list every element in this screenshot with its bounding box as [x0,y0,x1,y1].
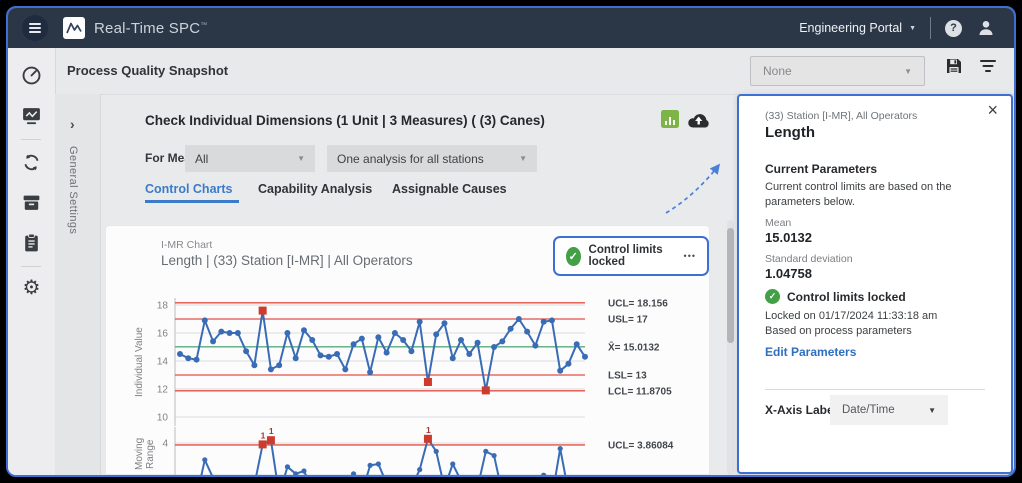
menu-icon[interactable] [22,15,48,41]
general-settings-strip: › General Settings [55,94,101,475]
svg-text:USL= 17: USL= 17 [608,315,648,326]
cloud-upload-icon[interactable] [686,110,711,129]
help-icon[interactable]: ? [945,20,962,37]
tab-control-charts[interactable]: Control Charts [145,182,233,196]
user-icon[interactable] [976,18,996,38]
preset-select[interactable]: None ▼ [750,56,925,86]
close-icon[interactable]: × [987,100,998,121]
svg-text:4: 4 [162,439,168,450]
app-logo [63,17,85,39]
archive-box-icon[interactable] [21,192,42,213]
i-chart: 18 16 14 12 10 UCL= 18.156 USL= 17 X̄= 15.0132 L… [118,290,710,435]
chevron-down-icon: ▼ [297,154,305,163]
expand-chevron-icon[interactable]: › [70,116,75,132]
xaxis-value: Date/Time [842,404,895,416]
parameters-panel: × (33) Station [I-MR], All Operators Len… [737,94,1013,474]
svg-text:UCL= 18.156: UCL= 18.156 [608,298,668,309]
analysis-heading: Check Individual Dimensions (1 Unit | 3 … [145,113,545,128]
svg-text:12: 12 [157,385,169,396]
check-icon: ✓ [765,289,780,304]
xaxis-select[interactable]: Date/Time ▼ [830,395,948,425]
icon-sidebar: ⚙ [8,48,56,475]
sidebar-divider [21,139,41,140]
brand-title: Real-Time SPC™ [94,20,207,37]
chart-view-icon[interactable] [661,110,679,128]
lock-status-label: Control limits locked [787,290,906,304]
panel-title: Length [765,124,815,141]
svg-text:18: 18 [157,301,169,312]
screen: Real-Time SPC™ Engineering Portal ▼ ? Pr… [0,0,1022,483]
lock-status-row: ✓ Control limits locked [765,289,906,304]
svg-text:LCL= 11.8705: LCL= 11.8705 [608,386,672,397]
toolbar: Process Quality Snapshot None ▼ [55,48,1014,95]
sidebar-divider [21,266,41,267]
panel-divider [765,389,985,390]
chart-monitor-icon[interactable] [21,105,42,126]
measure-select[interactable]: All ▼ [185,145,315,172]
save-icon[interactable] [944,56,964,76]
svg-text:1: 1 [261,430,266,440]
std-dev-value: 1.04758 [765,266,812,281]
gauge-icon[interactable] [21,65,42,86]
mean-value: 15.0132 [765,230,812,245]
top-navbar: Real-Time SPC™ Engineering Portal ▼ ? [8,8,1014,48]
logo-zigzag-icon [63,18,85,38]
svg-text:14: 14 [157,357,169,368]
tab-capability-analysis[interactable]: Capability Analysis [258,182,372,196]
active-tab-underline [145,200,239,203]
preset-value: None [763,64,792,78]
svg-text:1: 1 [426,425,431,435]
lock-badge-label: Control limits locked [589,244,676,268]
svg-text:10: 10 [157,413,169,424]
measure-value: All [195,152,208,166]
portal-label: Engineering Portal [799,21,902,35]
analysis-mode-select[interactable]: One analysis for all stations ▼ [327,145,537,172]
callout-arrow-icon [656,153,736,223]
chevron-down-icon: ▼ [904,67,912,76]
edit-parameters-link[interactable]: Edit Parameters [765,345,856,359]
svg-text:16: 16 [157,329,169,340]
svg-text:LSL= 13: LSL= 13 [608,371,647,382]
parameters-description: Current control limits are based on the … [765,180,997,210]
page-title: Process Quality Snapshot [67,63,228,78]
std-dev-label: Standard deviation [765,253,853,265]
divider [930,17,931,39]
control-limits-locked-badge[interactable]: ✓ Control limits locked ••• [553,236,709,276]
svg-text:UCL= 3.86084: UCL= 3.86084 [608,440,674,451]
trademark: ™ [200,22,207,29]
locked-on-text: Locked on 01/17/2024 11:33:18 am [765,310,937,322]
chart-title: Length | (33) Station [I-MR] | All Opera… [161,253,413,268]
scrollbar-thumb[interactable] [727,228,734,343]
svg-text:1: 1 [269,426,274,436]
current-parameters-heading: Current Parameters [765,162,877,176]
gear-icon[interactable]: ⚙ [21,278,42,299]
chevron-down-icon: ▼ [519,154,527,163]
svg-text:X̄= 15.0132: X̄= 15.0132 [608,341,660,353]
filter-icon[interactable] [978,58,998,75]
general-settings-label: General Settings [67,146,79,234]
app-window: Real-Time SPC™ Engineering Portal ▼ ? Pr… [6,6,1016,477]
chart-type-label: I-MR Chart [161,239,212,251]
mr-chart: 4UCL= 3.86084111 [118,425,710,475]
navbar-right: Engineering Portal ▼ ? [799,17,996,39]
sync-icon[interactable] [21,152,42,173]
portal-selector[interactable]: Engineering Portal ▼ [799,21,916,35]
chevron-down-icon: ▼ [909,25,916,32]
chevron-down-icon: ▼ [928,406,936,415]
tab-assignable-causes[interactable]: Assignable Causes [392,182,507,196]
mean-label: Mean [765,217,791,229]
clipboard-icon[interactable] [21,232,42,253]
analysis-mode-value: One analysis for all stations [337,152,484,166]
check-icon: ✓ [566,247,581,266]
more-options-icon[interactable]: ••• [684,251,696,261]
panel-eyebrow: (33) Station [I-MR], All Operators [765,110,917,122]
based-on-text: Based on process parameters [765,325,912,337]
